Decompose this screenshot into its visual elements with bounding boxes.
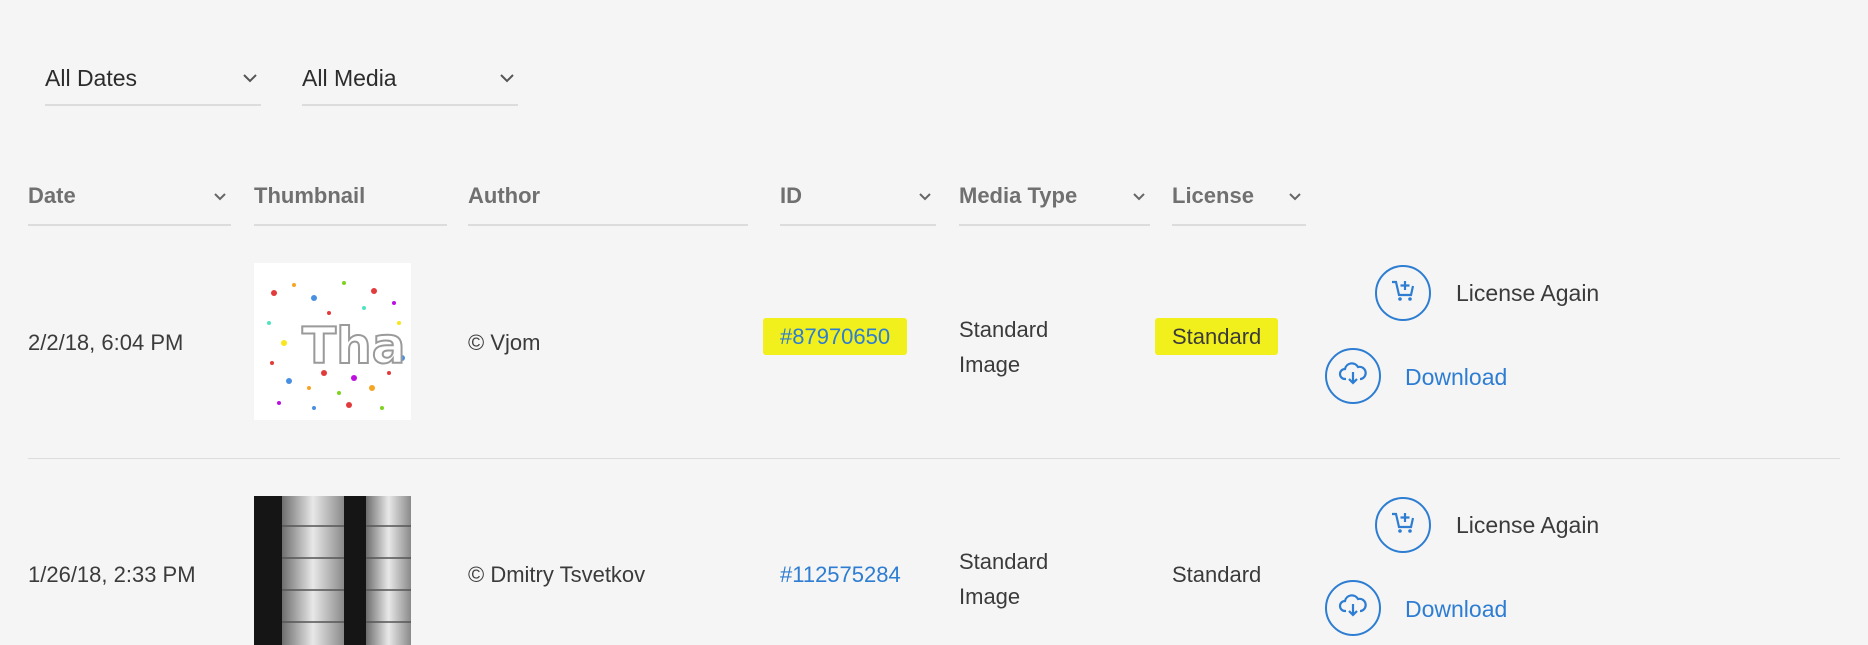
column-header-media-type[interactable]: Media Type <box>959 168 1150 226</box>
cloud-download-icon <box>1338 592 1368 625</box>
download-button[interactable] <box>1325 580 1381 636</box>
row-id-text: #87970650 <box>763 318 908 355</box>
chevron-down-icon <box>1128 185 1150 207</box>
row-media-type-line2: Image <box>959 352 1021 377</box>
column-header-date[interactable]: Date <box>28 168 231 226</box>
chevron-down-icon <box>496 67 518 89</box>
thumbnail-image[interactable] <box>254 496 411 645</box>
row-id-link[interactable]: #112575284 <box>780 562 901 588</box>
column-header-id[interactable]: ID <box>780 168 936 226</box>
column-header-id-label: ID <box>780 183 802 208</box>
column-header-author-label: Author <box>468 183 541 208</box>
row-date: 1/26/18, 2:33 PM <box>28 562 196 587</box>
license-again-label[interactable]: License Again <box>1456 512 1599 539</box>
thumbnail-image[interactable]: Tha <box>254 263 411 420</box>
row-media-type-line1: Standard <box>959 549 1049 574</box>
chevron-down-icon <box>914 185 936 207</box>
row-author: © Vjom <box>468 330 541 355</box>
row-license-text: Standard <box>1155 318 1279 355</box>
cart-add-icon <box>1389 277 1417 310</box>
row-media-type-line2: Image <box>959 584 1021 609</box>
license-again-button[interactable] <box>1375 265 1431 321</box>
download-button[interactable] <box>1325 348 1381 404</box>
media-filter-label: All Media <box>302 64 397 91</box>
cart-add-icon <box>1389 509 1417 542</box>
row-license: Standard <box>1155 318 1279 355</box>
chevron-down-icon <box>239 67 261 89</box>
media-filter-dropdown[interactable]: All Media <box>302 52 518 106</box>
thumbnail-overlay-text: Tha <box>302 317 405 375</box>
column-header-license-label: License <box>1172 183 1254 208</box>
chevron-down-icon <box>1284 185 1306 207</box>
column-header-thumbnail-label: Thumbnail <box>254 183 366 208</box>
dates-filter-label: All Dates <box>45 64 138 91</box>
row-id-link[interactable]: #87970650 <box>763 318 908 355</box>
row-author: © Dmitry Tsvetkov <box>468 562 646 587</box>
chevron-down-icon <box>209 185 231 207</box>
column-header-date-label: Date <box>28 183 76 208</box>
row-divider <box>28 458 1840 459</box>
column-header-thumbnail: Thumbnail <box>254 168 447 226</box>
row-media-type: Standard Image <box>959 312 1048 382</box>
dates-filter-dropdown[interactable]: All Dates <box>45 52 261 106</box>
license-again-label[interactable]: License Again <box>1456 280 1599 307</box>
row-license-text: Standard <box>1172 562 1262 587</box>
download-label[interactable]: Download <box>1405 364 1507 391</box>
row-date: 2/2/18, 6:04 PM <box>28 330 184 355</box>
cloud-download-icon <box>1338 360 1368 393</box>
download-label[interactable]: Download <box>1405 596 1507 623</box>
license-again-button[interactable] <box>1375 497 1431 553</box>
column-header-author: Author <box>468 168 748 226</box>
row-media-type: Standard Image <box>959 544 1048 614</box>
column-header-media-type-label: Media Type <box>959 183 1078 208</box>
column-header-license[interactable]: License <box>1172 168 1306 226</box>
row-media-type-line1: Standard <box>959 317 1049 342</box>
